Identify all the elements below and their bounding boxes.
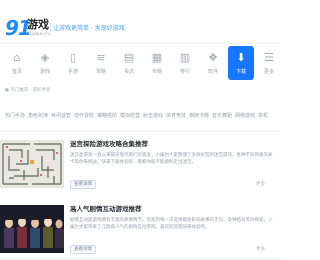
main-nav: ⌂ 首页 ◈ 游戏 ▯ 手游 ≡ 攻略 ▤ 资讯 ▦ 专题 ▥ 排行 ❖ 软件 ⬇ 下载 ☰ 更多	[0, 46, 280, 82]
nav-item[interactable]: ▦ 专题	[144, 46, 170, 80]
notice-text: ● 热门推荐 · 最新更新	[5, 88, 51, 93]
category-tag[interactable]: 休闲益智	[51, 112, 71, 120]
nav-item[interactable]: ▥ 排行	[172, 46, 198, 80]
category-tags: 热门手游 角色扮演 休闲益智 动作冒险 策略塔防 模拟经营 射击游戏 体育竞技 棋牌卡牌 音乐舞蹈…	[0, 112, 280, 122]
category-tag[interactable]: 单机	[258, 112, 268, 120]
maze-image	[0, 140, 64, 188]
article-more-link[interactable]: 更多	[256, 181, 265, 188]
nav-item[interactable]: ▯ 手游	[60, 46, 86, 80]
article-detail-button[interactable]: 查看详情	[70, 245, 96, 254]
nav-item-label: 下载	[235, 69, 246, 75]
nav-item[interactable]: ⬇ 下载	[228, 46, 254, 80]
nav-item[interactable]: ≡ 攻略	[88, 46, 114, 80]
article-title[interactable]: 高人气剧情互动游戏推荐	[70, 205, 142, 214]
article-item[interactable]: 高人气剧情互动游戏推荐 剧情互动类游戏拥有丰富的故事情节，玩家的每一次选择都会影…	[0, 205, 280, 260]
category-tag[interactable]: 网络游戏	[235, 112, 255, 120]
category-tag[interactable]: 模拟经营	[120, 112, 140, 120]
nav-item-label: 首页	[11, 69, 22, 75]
phone-icon: ▯	[69, 51, 77, 64]
nav-item-label: 游戏	[39, 69, 50, 75]
nav-item-label: 资讯	[123, 69, 134, 75]
category-tag[interactable]: 角色扮演	[28, 112, 48, 120]
article-detail-button[interactable]: 查看详情	[70, 180, 96, 189]
nav-item-label: 更多	[263, 69, 274, 75]
characters-image	[0, 205, 64, 253]
nav-item-label: 专题	[151, 69, 162, 75]
category-tag[interactable]: 射击游戏	[143, 112, 163, 120]
nav-item-label: 软件	[207, 69, 218, 75]
category-tag[interactable]: 棋牌卡牌	[189, 112, 209, 120]
home-icon: ⌂	[13, 51, 21, 64]
chart-icon: ▥	[179, 51, 191, 64]
nav-item[interactable]: ▤ 资讯	[116, 46, 142, 80]
site-header: 91 游戏 91youxi.cn 让游戏更简单 · 发现好游戏	[0, 0, 280, 44]
nav-item-label: 攻略	[95, 69, 106, 75]
nav-item-label: 手游	[67, 69, 78, 75]
grid-icon: ▦	[151, 51, 163, 64]
download-icon: ⬇	[236, 51, 246, 64]
nav-item[interactable]: ☰ 更多	[256, 46, 282, 80]
logo-name: 游戏	[27, 18, 49, 31]
logo-domain: 91youxi.cn	[27, 31, 49, 36]
news-icon: ▤	[123, 51, 135, 64]
site-logo[interactable]: 91 游戏 91youxi.cn	[5, 17, 49, 41]
category-tag[interactable]: 策略塔防	[97, 112, 117, 120]
article-thumbnail[interactable]	[0, 140, 64, 188]
header-divider	[50, 22, 51, 36]
site-slogan: 让游戏更简单 · 发现好游戏	[53, 25, 125, 32]
book-icon: ≡	[96, 51, 106, 64]
article-thumbnail[interactable]	[0, 205, 64, 253]
article-title[interactable]: 迷宫探险游戏攻略合集推荐	[70, 140, 148, 149]
category-tag[interactable]: 体育竞技	[166, 112, 186, 120]
article-description: 剧情互动类游戏拥有丰富的故事情节，玩家的每一次选择都会影响故事的走向，多种结局等…	[70, 218, 273, 230]
category-tag[interactable]: 热门手游	[5, 112, 25, 120]
nav-item[interactable]: ⌂ 首页	[4, 46, 30, 80]
category-tag[interactable]: 音乐舞蹈	[212, 112, 232, 120]
tags-divider	[0, 131, 280, 132]
nav-item[interactable]: ❖ 软件	[200, 46, 226, 80]
article-more-link[interactable]: 更多	[256, 246, 265, 253]
more-icon: ☰	[264, 51, 274, 64]
nav-item[interactable]: ◈ 游戏	[32, 46, 58, 80]
app-icon: ❖	[208, 51, 218, 64]
category-tag[interactable]: 动作冒险	[74, 112, 94, 120]
nav-item-label: 排行	[179, 69, 190, 75]
article-item[interactable]: 迷宫探险游戏攻略合集推荐 迷宫类游戏一直以来都深受玩家们的喜爱，小编为大家整理了…	[0, 140, 280, 202]
gamepad-icon: ◈	[40, 51, 50, 64]
article-description: 迷宫类游戏一直以来都深受玩家们的喜爱，小编为大家整理了多款好玩的迷宫游戏，各种不…	[70, 153, 273, 165]
